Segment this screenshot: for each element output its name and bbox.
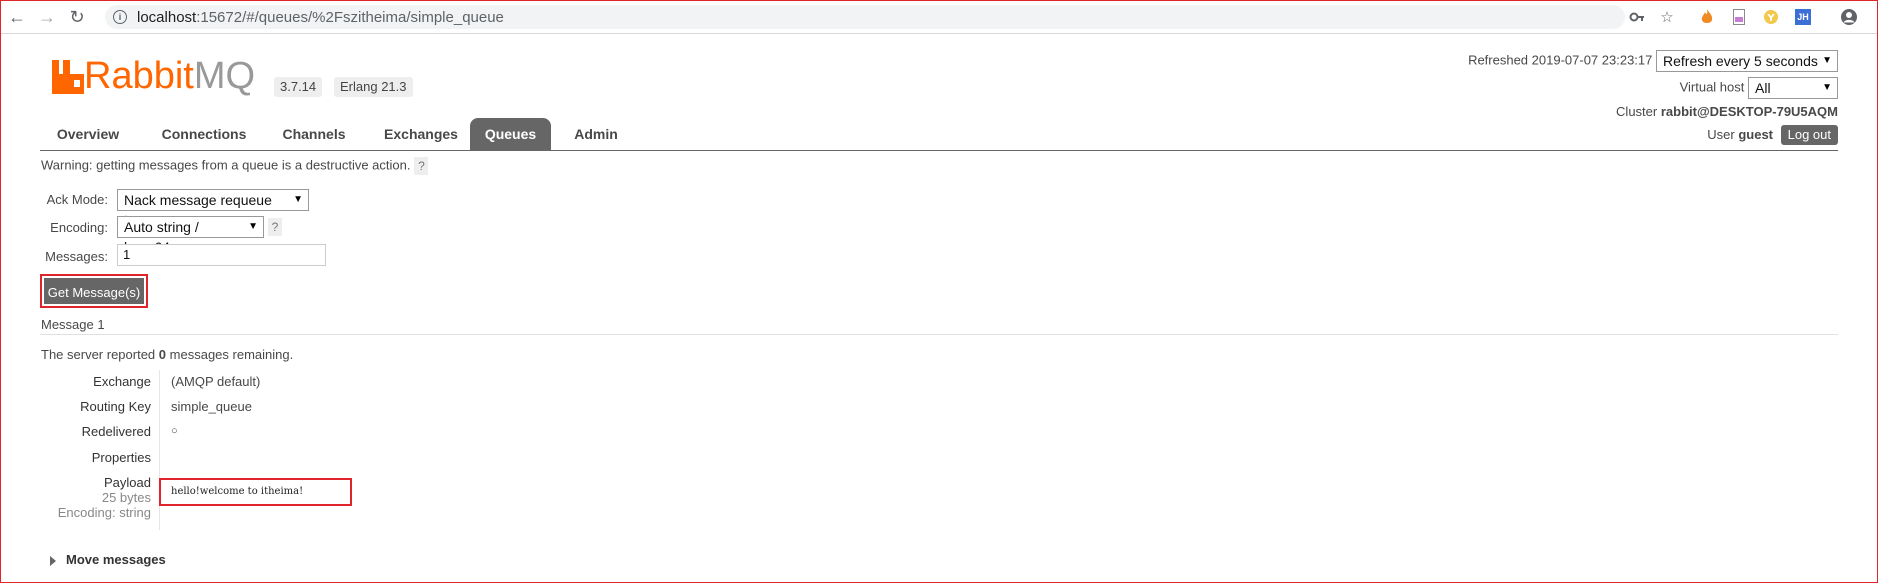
get-messages-button[interactable]: Get Message(s) bbox=[40, 274, 148, 308]
jh-extension-label: JH bbox=[1795, 9, 1811, 25]
cluster-name: rabbit@DESKTOP-79U5AQM bbox=[1660, 104, 1838, 119]
encoding-label: Encoding: bbox=[50, 220, 108, 235]
refresh-select-value: Refresh every 5 seconds bbox=[1663, 53, 1818, 69]
tab-channels[interactable]: Channels bbox=[270, 118, 358, 150]
messages-input[interactable]: 1 bbox=[117, 244, 326, 266]
routing-key-label: Routing Key bbox=[80, 399, 151, 414]
tab-connections[interactable]: Connections bbox=[148, 118, 260, 150]
jh-extension-icon[interactable]: JH bbox=[1793, 7, 1813, 27]
expand-triangle-icon bbox=[50, 555, 56, 566]
logout-button[interactable]: Log out bbox=[1780, 125, 1838, 145]
user-name: guest bbox=[1738, 127, 1773, 142]
ack-mode-select[interactable]: Nack message requeue true▼ bbox=[117, 189, 309, 228]
details-divider bbox=[159, 370, 160, 530]
tab-queues[interactable]: Queues bbox=[470, 118, 551, 150]
key-icon[interactable] bbox=[1627, 7, 1647, 27]
redelivered-label: Redelivered bbox=[81, 424, 151, 439]
remaining-count: 0 bbox=[158, 347, 167, 362]
tab-divider bbox=[40, 150, 1838, 151]
cluster-label: Cluster bbox=[1616, 104, 1658, 119]
vhost-select[interactable]: All ▼ bbox=[1748, 77, 1838, 99]
chevron-down-icon: ▼ bbox=[1822, 55, 1832, 66]
flame-extension-icon[interactable] bbox=[1697, 7, 1717, 27]
url-text[interactable]: localhost:15672/#/queues/%2Fszitheima/si… bbox=[137, 9, 504, 26]
vhost-select-value: All bbox=[1755, 80, 1771, 96]
properties-label: Properties bbox=[91, 450, 151, 465]
section-divider bbox=[40, 334, 1838, 335]
vhost-row: Virtual host All ▼ bbox=[1680, 77, 1838, 99]
move-messages-label: Move messages bbox=[66, 552, 166, 567]
payload-encoding: Encoding: string bbox=[57, 505, 151, 520]
user-label: User bbox=[1707, 127, 1735, 142]
cluster-row: Cluster rabbit@DESKTOP-79U5AQM bbox=[1616, 104, 1838, 119]
profile-icon[interactable] bbox=[1839, 7, 1859, 27]
back-icon[interactable]: ← bbox=[5, 5, 29, 29]
payload-value: hello!welcome to itheima! bbox=[159, 478, 352, 506]
logo-mq-text: MQ bbox=[193, 55, 256, 97]
remaining-pre: The server reported bbox=[41, 347, 156, 362]
move-messages-toggle[interactable]: Move messages bbox=[50, 552, 166, 567]
chevron-down-icon: ▼ bbox=[248, 221, 258, 232]
messages-label: Messages: bbox=[45, 249, 108, 264]
logo-rabbit-text: Rabbit bbox=[84, 55, 194, 97]
tab-overview[interactable]: Overview bbox=[40, 118, 136, 150]
payload-size: 25 bytes bbox=[101, 490, 151, 505]
refresh-select[interactable]: Refresh every 5 seconds ▼ bbox=[1656, 50, 1838, 72]
vhost-label: Virtual host bbox=[1679, 79, 1745, 95]
document-extension-icon[interactable] bbox=[1729, 7, 1749, 27]
refreshed-text: Refreshed 2019-07-07 23:23:17 bbox=[1468, 52, 1653, 68]
tab-admin[interactable]: Admin bbox=[560, 118, 632, 150]
rabbitmq-logo-icon[interactable] bbox=[52, 60, 84, 98]
svg-text:Y: Y bbox=[1766, 13, 1775, 24]
url-path: :15672/#/queues/%2Fszitheima/simple_queu… bbox=[196, 9, 504, 26]
routing-key-value: simple_queue bbox=[171, 399, 252, 414]
help-icon[interactable]: ? bbox=[414, 157, 429, 175]
version-badge: 3.7.14 bbox=[274, 77, 323, 97]
redelivered-value: ○ bbox=[171, 425, 178, 437]
chevron-down-icon: ▼ bbox=[1822, 82, 1832, 93]
ack-mode-label: Ack Mode: bbox=[46, 192, 108, 207]
url-host: localhost bbox=[137, 9, 197, 26]
encoding-select[interactable]: Auto string / base64▼ bbox=[117, 216, 264, 255]
payload-label: Payload bbox=[104, 475, 151, 490]
message-heading: Message 1 bbox=[41, 317, 105, 332]
encoding-help-icon[interactable]: ? bbox=[268, 218, 282, 236]
reload-icon[interactable]: ↻ bbox=[65, 5, 89, 29]
warning-message: Warning: getting messages from a queue i… bbox=[41, 157, 411, 173]
user-row: User guest Log out bbox=[1707, 125, 1838, 145]
chevron-down-icon: ▼ bbox=[293, 194, 303, 205]
exchange-label: Exchange bbox=[93, 374, 151, 389]
remaining-text: The server reported 0 messages remaining… bbox=[41, 347, 293, 362]
browser-toolbar: ← → ↻ i localhost:15672/#/queues/%2Fszit… bbox=[1, 1, 1877, 34]
exchange-value: (AMQP default) bbox=[171, 374, 261, 389]
refresh-row: Refreshed 2019-07-07 23:23:17 Refresh ev… bbox=[1468, 50, 1838, 72]
remaining-post: messages remaining. bbox=[169, 347, 294, 362]
address-bar[interactable]: i localhost:15672/#/queues/%2Fszitheima/… bbox=[105, 5, 1625, 29]
y-extension-icon[interactable]: Y bbox=[1761, 7, 1781, 27]
logo-wordmark: RabbitMQ bbox=[84, 55, 255, 98]
warning-text: Warning: getting messages from a queue i… bbox=[41, 157, 429, 175]
tab-exchanges[interactable]: Exchanges bbox=[368, 118, 474, 150]
site-info-icon[interactable]: i bbox=[113, 10, 127, 24]
forward-icon[interactable]: → bbox=[35, 5, 59, 29]
bookmark-star-icon[interactable]: ☆ bbox=[1657, 7, 1677, 27]
erlang-badge: Erlang 21.3 bbox=[334, 77, 413, 97]
